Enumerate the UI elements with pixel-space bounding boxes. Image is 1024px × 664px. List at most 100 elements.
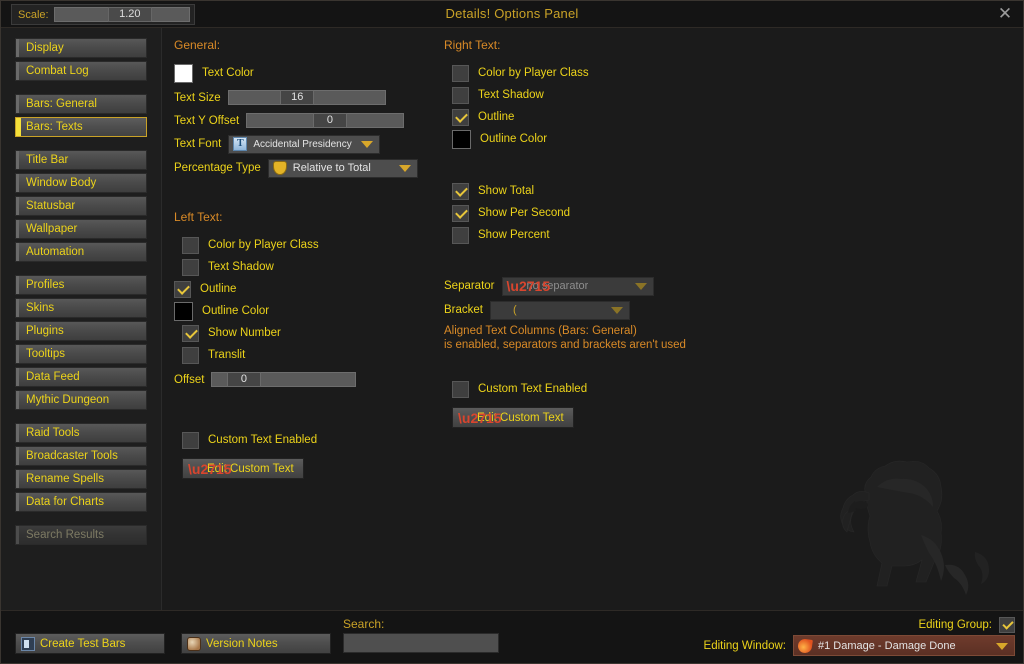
text-color-label: Text Color xyxy=(202,67,254,79)
sidebar-item-rename-spells[interactable]: Rename Spells xyxy=(15,469,147,489)
options-panel: Scale: 1.20 Details! Options Panel ✕ Dis… xyxy=(0,0,1024,664)
separator-dropdown[interactable]: \u2715 no separator xyxy=(501,276,654,296)
left-offset-label: Offset xyxy=(174,373,205,386)
sidebar-item-bars-general[interactable]: Bars: General xyxy=(15,94,147,114)
left-custom-text-enabled-checkbox[interactable] xyxy=(182,431,199,449)
left-text-shadow-row: Text Shadow xyxy=(174,256,444,278)
text-y-offset-row: Text Y Offset 0 xyxy=(174,109,444,132)
text-font-row: Text Font T Accidental Presidency xyxy=(174,132,444,156)
right-custom-text-enabled-label: Custom Text Enabled xyxy=(478,383,588,395)
sidebar-group: Bars: General Bars: Texts xyxy=(1,94,161,137)
right-text-section-heading: Right Text: xyxy=(444,38,501,52)
left-color-by-class-row: Color by Player Class xyxy=(174,234,444,256)
right-outline-checkbox[interactable] xyxy=(452,108,469,126)
sidebar-item-raid-tools[interactable]: Raid Tools xyxy=(15,423,147,443)
font-icon: T xyxy=(233,137,248,151)
text-color-row: Text Color xyxy=(174,62,444,84)
left-translit-label: Translit xyxy=(208,349,246,361)
left-outline-checkbox[interactable] xyxy=(174,280,191,298)
sidebar-item-tooltips[interactable]: Tooltips xyxy=(15,344,147,364)
show-percent-checkbox[interactable] xyxy=(452,226,469,244)
right-outline-row: Outline xyxy=(444,106,744,128)
bracket-dropdown[interactable]: ( xyxy=(490,300,630,320)
sidebar-item-skins[interactable]: Skins xyxy=(15,298,147,318)
right-text-shadow-checkbox[interactable] xyxy=(452,86,469,104)
scroll-icon xyxy=(187,636,201,651)
left-offset-row: Offset 0 xyxy=(174,368,444,391)
sidebar-item-data-for-charts[interactable]: Data for Charts xyxy=(15,492,147,512)
text-y-offset-label: Text Y Offset xyxy=(174,114,240,127)
text-font-dropdown[interactable]: T Accidental Presidency xyxy=(228,134,381,154)
show-per-second-checkbox[interactable] xyxy=(452,204,469,222)
text-size-slider-thumb[interactable]: 16 xyxy=(280,90,315,105)
left-show-number-row: Show Number xyxy=(174,322,444,344)
text-color-swatch[interactable] xyxy=(174,63,193,83)
sidebar: Display Combat Log Bars: General Bars: T… xyxy=(1,28,162,610)
left-translit-checkbox[interactable] xyxy=(182,346,199,364)
left-outline-color-label: Outline Color xyxy=(202,305,270,317)
red-x-icon: \u2715 xyxy=(458,409,502,426)
red-x-icon: \u2715 xyxy=(188,460,232,477)
text-font-value: Accidental Presidency xyxy=(253,138,352,150)
right-edit-custom-text-button[interactable]: \u2715 Edit Custom Text xyxy=(452,407,574,428)
right-color-by-player-class-checkbox[interactable] xyxy=(452,64,469,82)
flame-icon xyxy=(797,637,813,654)
sidebar-item-broadcaster-tools[interactable]: Broadcaster Tools xyxy=(15,446,147,466)
sidebar-item-wallpaper[interactable]: Wallpaper xyxy=(15,219,147,239)
text-font-label: Text Font xyxy=(174,138,222,150)
right-custom-text-enabled-checkbox[interactable] xyxy=(452,380,469,398)
aligned-text-warning-line2: is enabled, separators and brackets aren… xyxy=(444,339,686,351)
sidebar-item-bars-texts[interactable]: Bars: Texts xyxy=(15,117,147,137)
left-text-section-heading: Left Text: xyxy=(174,210,223,224)
left-edit-custom-text-button[interactable]: \u2715 Edit Custom Text xyxy=(182,458,304,479)
show-per-second-label: Show Per Second xyxy=(478,207,571,219)
left-translit-row: Translit xyxy=(174,344,444,366)
editing-group-checkbox[interactable] xyxy=(999,617,1015,633)
percentage-type-dropdown[interactable]: Relative to Total xyxy=(267,158,418,178)
sidebar-item-search-results[interactable]: Search Results xyxy=(15,525,147,545)
sidebar-item-mythic-dungeon[interactable]: Mythic Dungeon xyxy=(15,390,147,410)
panel-body: Display Combat Log Bars: General Bars: T… xyxy=(1,28,1023,610)
editing-window-value: #1 Damage - Damage Done xyxy=(818,639,956,652)
left-column: General: Text Color Text Size 16 Text Y … xyxy=(174,28,444,479)
sidebar-group: Raid Tools Broadcaster Tools Rename Spel… xyxy=(1,423,161,512)
sidebar-group: Title Bar Window Body Statusbar Wallpape… xyxy=(1,150,161,262)
create-test-bars-label: Create Test Bars xyxy=(40,637,126,650)
search-input[interactable] xyxy=(343,633,499,653)
right-outline-color-swatch[interactable] xyxy=(452,129,471,149)
create-test-bars-button[interactable]: Create Test Bars xyxy=(15,633,165,654)
sidebar-item-automation[interactable]: Automation xyxy=(15,242,147,262)
aligned-text-warning-line1: Aligned Text Columns (Bars: General) xyxy=(444,325,637,337)
sidebar-item-display[interactable]: Display xyxy=(15,38,147,58)
sidebar-item-title-bar[interactable]: Title Bar xyxy=(15,150,147,170)
left-custom-text-enabled-row: Custom Text Enabled xyxy=(174,429,444,451)
left-show-number-checkbox[interactable] xyxy=(182,324,199,342)
text-y-offset-slider-thumb[interactable]: 0 xyxy=(312,113,347,128)
right-show-total-row: Show Total xyxy=(444,180,744,202)
close-icon[interactable]: ✕ xyxy=(995,4,1015,24)
sidebar-item-window-body[interactable]: Window Body xyxy=(15,173,147,193)
sidebar-item-combat-log[interactable]: Combat Log xyxy=(15,61,147,81)
chevron-down-icon xyxy=(634,283,647,290)
show-total-checkbox[interactable] xyxy=(452,182,469,200)
version-notes-button[interactable]: Version Notes xyxy=(181,633,331,654)
page-title: Details! Options Panel xyxy=(445,6,579,21)
left-outline-color-swatch[interactable] xyxy=(174,301,193,321)
left-text-shadow-checkbox[interactable] xyxy=(182,258,199,276)
text-y-offset-slider[interactable]: 0 xyxy=(246,113,405,128)
left-color-by-player-class-checkbox[interactable] xyxy=(182,236,199,254)
lion-watermark-icon xyxy=(840,460,989,595)
left-color-by-player-class-label: Color by Player Class xyxy=(208,239,319,251)
sidebar-item-profiles[interactable]: Profiles xyxy=(15,275,147,295)
left-offset-slider[interactable]: 0 xyxy=(211,372,357,387)
sidebar-item-statusbar[interactable]: Statusbar xyxy=(15,196,147,216)
sidebar-item-data-feed[interactable]: Data Feed xyxy=(15,367,147,387)
editing-window-dropdown[interactable]: #1 Damage - Damage Done xyxy=(793,635,1015,656)
sidebar-item-plugins[interactable]: Plugins xyxy=(15,321,147,341)
text-size-slider[interactable]: 16 xyxy=(227,90,386,105)
percentage-type-row: Percentage Type Relative to Total xyxy=(174,156,444,180)
version-notes-label: Version Notes xyxy=(206,637,278,650)
search-label: Search: xyxy=(343,617,385,631)
left-offset-slider-thumb[interactable]: 0 xyxy=(226,372,261,387)
chevron-down-icon xyxy=(996,642,1008,650)
